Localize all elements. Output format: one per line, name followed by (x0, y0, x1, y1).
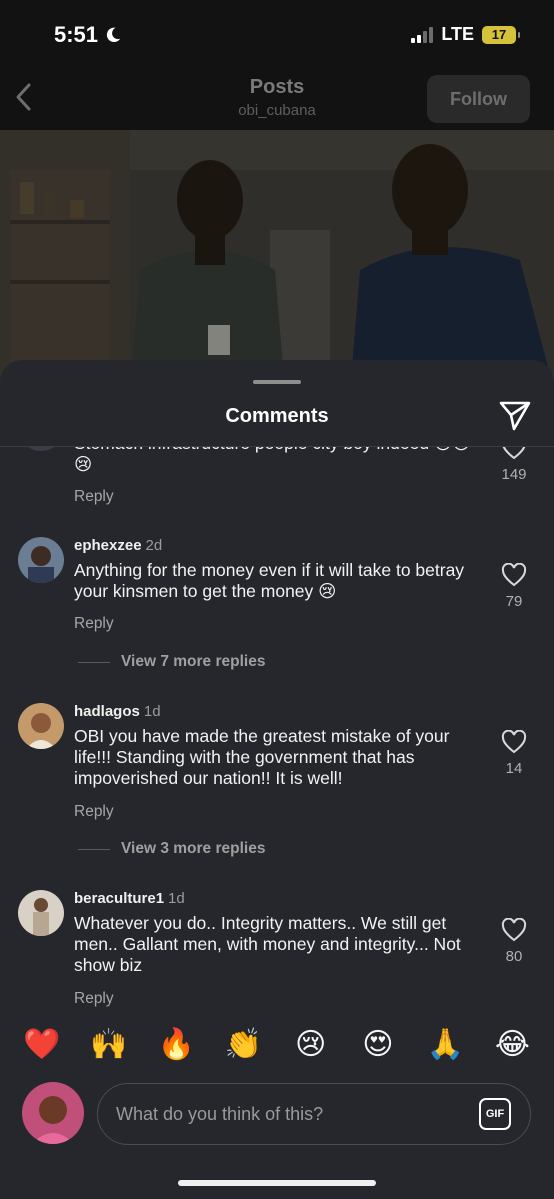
comment-header: beraculture1 1d (74, 890, 185, 907)
reply-button[interactable]: Reply (74, 488, 114, 506)
like-count: 149 (501, 466, 527, 483)
thread-line (78, 661, 110, 663)
comment-time: 2d (145, 537, 163, 554)
emoji-heart[interactable]: ❤️ (17, 1030, 67, 1060)
comment-item: hadlagos 1d OBI you have made the greates… (0, 703, 554, 873)
clock-label: 5:51 (54, 22, 99, 47)
avatar[interactable] (18, 447, 64, 451)
comment-header: hadlagos 1d (74, 703, 161, 720)
follow-button[interactable]: Follow (427, 75, 530, 123)
sheet-title: Comments (225, 405, 329, 427)
avatar[interactable] (18, 537, 64, 583)
signal-icon (411, 26, 434, 43)
comments-list[interactable]: Stomach infrastructure people city boy i… (0, 447, 554, 1009)
comment-item: beraculture1 1d Whatever you do.. Integri… (0, 890, 554, 1009)
view-more-replies[interactable]: View 3 more replies (78, 840, 265, 858)
like-count: 14 (505, 760, 523, 777)
like-control[interactable]: 14 (496, 730, 532, 777)
emoji-heart-eyes[interactable]: 😍 (353, 1030, 403, 1060)
emoji-pray[interactable]: 🙏 (420, 1030, 470, 1060)
like-control[interactable]: 79 (496, 563, 532, 610)
heart-icon[interactable] (501, 447, 527, 460)
status-time: 5:51 (54, 22, 122, 48)
like-control[interactable]: 80 (496, 918, 532, 965)
status-indicators: LTE 17 (411, 24, 520, 45)
battery-icon: 17 (482, 25, 520, 44)
drag-handle[interactable] (253, 380, 301, 384)
comment-time: 1d (143, 703, 161, 720)
comments-sheet: Comments Stomach infrastructure people c… (0, 360, 554, 1199)
comment-header: ephexzee 2d (74, 537, 162, 554)
avatar[interactable] (18, 703, 64, 749)
reply-button[interactable]: Reply (74, 803, 114, 821)
heart-icon[interactable] (501, 730, 527, 754)
comment-item: ephexzee 2d Anything for the money even i… (0, 537, 554, 687)
like-control[interactable]: 149 (496, 447, 532, 483)
emoji-crying[interactable]: 😢 (286, 1030, 336, 1060)
comment-input[interactable] (97, 1083, 531, 1145)
comment-username[interactable]: hadlagos (74, 703, 140, 720)
share-send-icon[interactable] (498, 398, 532, 432)
like-count: 80 (505, 948, 523, 965)
post-header: Posts obi_cubana Follow (0, 70, 554, 130)
emoji-reaction-bar: ❤️ 🙌 🔥 👏 😢 😍 🙏 😂 (0, 1009, 554, 1081)
comment-text: Whatever you do.. Integrity matters.. We… (74, 913, 461, 975)
comment-username[interactable]: ephexzee (74, 537, 142, 554)
view-more-replies[interactable]: View 7 more replies (78, 653, 265, 671)
like-count: 79 (505, 593, 523, 610)
reply-button[interactable]: Reply (74, 615, 114, 633)
emoji-clap[interactable]: 👏 (218, 1030, 268, 1060)
emoji-fire[interactable]: 🔥 (151, 1030, 201, 1060)
comment-composer: GIF (0, 1081, 554, 1161)
status-bar: 5:51 LTE 17 (0, 0, 554, 70)
home-indicator (178, 1180, 376, 1186)
emoji-laughing[interactable]: 😂 (487, 1030, 537, 1060)
comment-item: Stomach infrastructure people city boy i… (0, 447, 554, 519)
moon-icon (106, 27, 121, 43)
view-more-label[interactable]: View 3 more replies (121, 840, 265, 858)
comment-text: OBI you have made the greatest mistake o… (74, 726, 450, 788)
comment-time: 1d (168, 890, 185, 907)
heart-icon[interactable] (501, 563, 527, 587)
avatar[interactable] (18, 890, 64, 936)
heart-icon[interactable] (501, 918, 527, 942)
reply-button[interactable]: Reply (74, 990, 114, 1008)
self-avatar (22, 1082, 84, 1144)
network-label: LTE (441, 24, 474, 44)
comment-text: Anything for the money even if it will t… (74, 560, 465, 601)
post-photo (0, 130, 554, 390)
emoji-raising-hands[interactable]: 🙌 (84, 1030, 134, 1060)
gif-button[interactable]: GIF (479, 1098, 511, 1130)
comment-text: Stomach infrastructure people city boy i… (74, 447, 470, 474)
view-more-label[interactable]: View 7 more replies (121, 653, 265, 671)
thread-line (78, 848, 110, 850)
comment-username[interactable]: beraculture1 (74, 890, 164, 907)
